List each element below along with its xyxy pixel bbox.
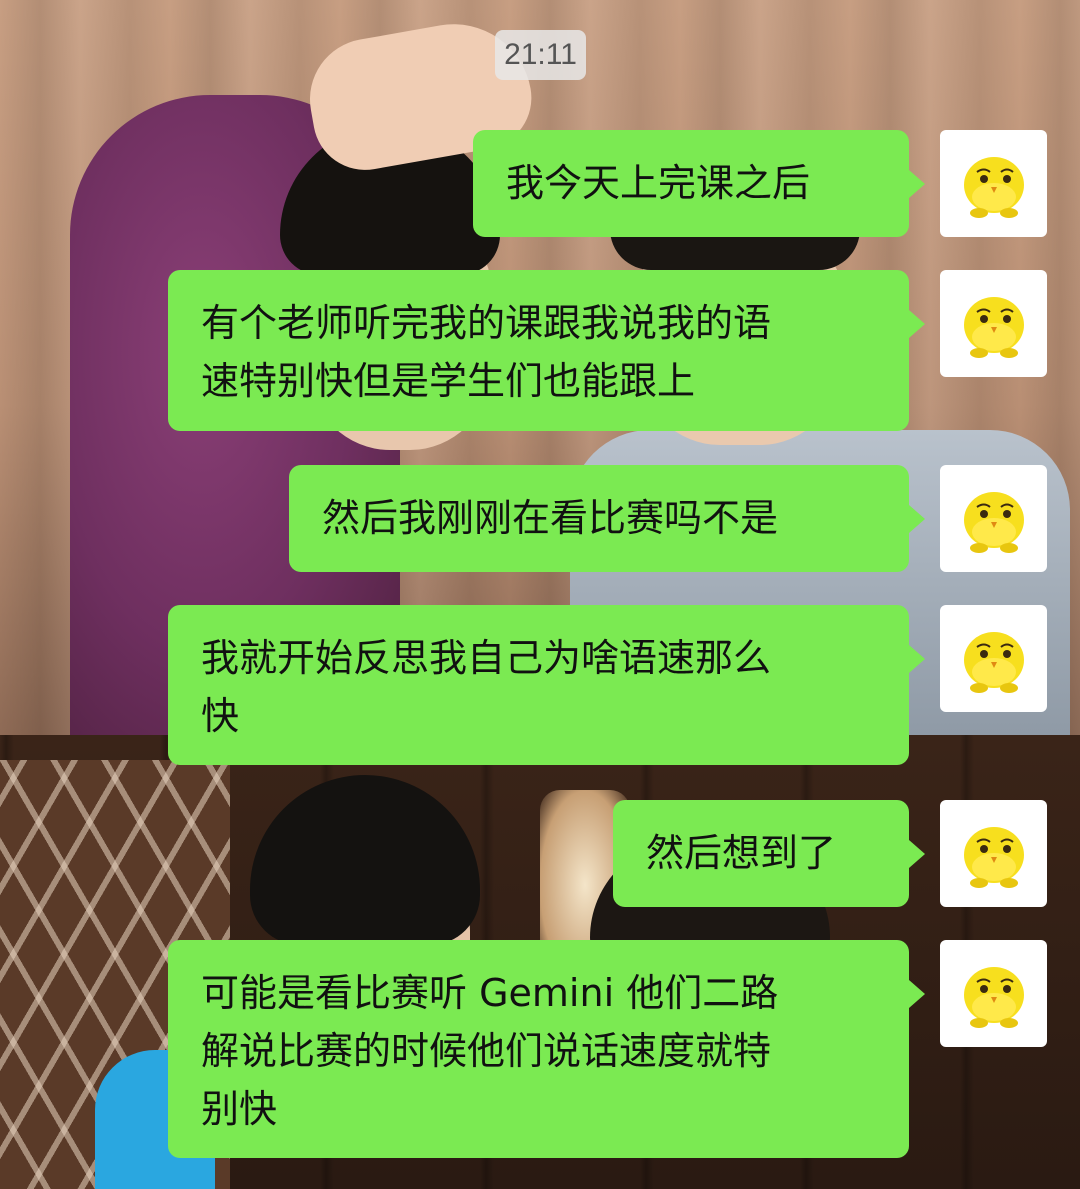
sender-avatar[interactable]: [940, 130, 1047, 237]
yellow-chick-avatar-icon: [963, 826, 1024, 888]
message-bubble-5[interactable]: 然后想到了: [613, 800, 925, 907]
message-bubble-3[interactable]: 然后我刚刚在看比赛吗不是: [289, 465, 925, 572]
sender-avatar[interactable]: [940, 465, 1047, 572]
message-bubble-4[interactable]: 我就开始反思我自己为啥语速那么 快: [168, 605, 925, 765]
sender-avatar[interactable]: [940, 800, 1047, 907]
yellow-chick-avatar-icon: [963, 156, 1024, 218]
sender-avatar[interactable]: [940, 940, 1047, 1047]
yellow-chick-avatar-icon: [963, 491, 1024, 553]
sender-avatar[interactable]: [940, 605, 1047, 712]
yellow-chick-avatar-icon: [963, 631, 1024, 693]
sender-avatar[interactable]: [940, 270, 1047, 377]
chat-timestamp: 21:11: [495, 30, 586, 80]
message-bubble-1[interactable]: 我今天上完课之后: [473, 130, 925, 237]
yellow-chick-avatar-icon: [963, 296, 1024, 358]
message-bubble-6[interactable]: 可能是看比赛听 Gemini 他们二路 解说比赛的时候他们说话速度就特 别快: [168, 940, 925, 1158]
message-bubble-2[interactable]: 有个老师听完我的课跟我说我的语 速特别快但是学生们也能跟上: [168, 270, 925, 431]
yellow-chick-avatar-icon: [963, 966, 1024, 1028]
